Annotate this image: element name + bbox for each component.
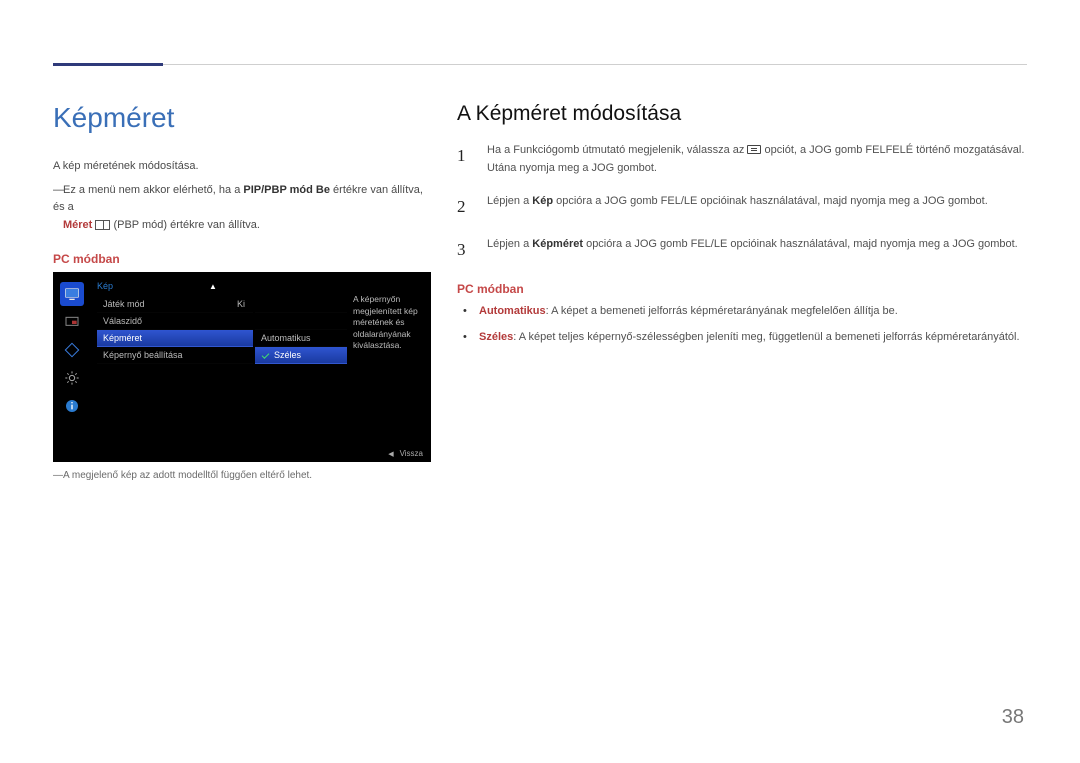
sidebar-info-icon bbox=[60, 394, 84, 418]
osd-header-label: Kép bbox=[97, 281, 113, 291]
bullet-dot-icon: • bbox=[463, 302, 469, 320]
step-item: 2 Lépjen a Kép opcióra a JOG gomb FEL/LE… bbox=[457, 193, 1027, 220]
arrow-up-icon: ▲ bbox=[209, 282, 217, 291]
osd-back-label: Vissza bbox=[400, 449, 423, 458]
mode-subheading-left: PC módban bbox=[53, 252, 431, 266]
step-number: 1 bbox=[457, 142, 473, 177]
osd-row-label: Képernyő beállítása bbox=[103, 350, 183, 360]
step-post: opcióra a JOG gomb FEL/LE opcióinak hasz… bbox=[553, 195, 988, 207]
osd-option-label: Automatikus bbox=[261, 333, 311, 343]
check-icon bbox=[261, 350, 270, 359]
header-divider bbox=[163, 64, 1027, 65]
osd-option: Automatikus bbox=[255, 330, 347, 347]
osd-sidebar bbox=[53, 280, 91, 438]
page-number: 38 bbox=[1002, 706, 1024, 729]
step-text: Ha a Funkciógomb útmutató megjelenik, vá… bbox=[487, 142, 1027, 177]
osd-footer: ◀ Vissza bbox=[388, 449, 423, 458]
procedure-title: A Képméret módosítása bbox=[457, 102, 1027, 126]
bullet-text: : A képet a bemeneti jelforrás képméreta… bbox=[546, 305, 898, 317]
bullet-term: Széles bbox=[479, 331, 513, 343]
pbp-icon bbox=[95, 220, 110, 230]
header-accent bbox=[53, 63, 163, 66]
section-title: Képméret bbox=[53, 102, 431, 134]
osd-menu-list: Játék mód Ki Válaszidő Képméret Képernyő… bbox=[97, 296, 253, 364]
step-item: 3 Lépjen a Képméret opcióra a JOG gomb F… bbox=[457, 236, 1027, 263]
osd-preview: Kép ▲ Játék mód Ki Válaszidő Képméret Ké… bbox=[53, 272, 431, 462]
note-prefix: Ez a menü nem akkor elérhető, ha a bbox=[63, 184, 243, 196]
menu-icon bbox=[747, 145, 761, 154]
osd-row-label: Játék mód bbox=[103, 299, 145, 309]
note-red: Méret bbox=[63, 219, 92, 231]
osd-row-label: Válaszidő bbox=[103, 316, 142, 326]
step-pre: Lépjen a bbox=[487, 195, 532, 207]
step-bold: Képméret bbox=[532, 238, 583, 250]
osd-row: Válaszidő bbox=[97, 313, 253, 330]
bullet-item: • Széles: A képet teljes képernyő-széles… bbox=[463, 328, 1027, 346]
sidebar-display-icon bbox=[60, 338, 84, 362]
step-item: 1 Ha a Funkciógomb útmutató megjelenik, … bbox=[457, 142, 1027, 177]
intro-line: A kép méretének módosítása. bbox=[53, 160, 199, 172]
dash-icon: ― bbox=[53, 470, 63, 481]
step-number: 2 bbox=[457, 193, 473, 220]
intro-text: A kép méretének módosítása. bbox=[53, 158, 431, 176]
step-pre: Ha a Funkciógomb útmutató megjelenik, vá… bbox=[487, 144, 747, 156]
osd-row: Játék mód Ki bbox=[97, 296, 253, 313]
osd-option-spacer bbox=[255, 296, 347, 313]
bullet-dot-icon: • bbox=[463, 328, 469, 346]
bullet-term: Automatikus bbox=[479, 305, 546, 317]
back-triangle-icon: ◀ bbox=[388, 450, 393, 458]
mode-subheading-right: PC módban bbox=[457, 282, 1027, 296]
header-rule bbox=[53, 43, 1027, 65]
bullet-text: : A képet teljes képernyő-szélességben j… bbox=[513, 331, 1019, 343]
step-pre: Lépjen a bbox=[487, 238, 532, 250]
right-column: A Képméret módosítása 1 Ha a Funkciógomb… bbox=[457, 102, 1027, 481]
osd-option-label: Széles bbox=[274, 350, 301, 360]
osd-option-list: Automatikus Széles bbox=[255, 296, 347, 364]
sidebar-pip-icon bbox=[60, 310, 84, 334]
availability-note: ―Ez a menü nem akkor elérhető, ha a PIP/… bbox=[53, 182, 431, 235]
osd-option-selected: Széles bbox=[255, 347, 347, 364]
bullet-list: • Automatikus: A képet a bemeneti jelfor… bbox=[463, 302, 1027, 346]
osd-header: Kép ▲ bbox=[97, 278, 217, 294]
note-bold: PIP/PBP mód Be bbox=[243, 184, 330, 196]
step-bold: Kép bbox=[532, 195, 553, 207]
dash-icon: ― bbox=[53, 182, 63, 200]
footnote-text: A megjelenő kép az adott modelltől függő… bbox=[63, 470, 312, 481]
osd-row-selected: Képméret bbox=[97, 330, 253, 347]
osd-description: A képernyőn megjelenített kép méretének … bbox=[353, 294, 425, 351]
model-footnote: ―A megjelenő kép az adott modelltől függ… bbox=[53, 470, 431, 481]
osd-row-label: Képméret bbox=[103, 333, 142, 343]
steps-list: 1 Ha a Funkciógomb útmutató megjelenik, … bbox=[457, 142, 1027, 264]
osd-option-spacer bbox=[255, 313, 347, 330]
osd-row-value: Ki bbox=[237, 299, 245, 309]
left-column: Képméret A kép méretének módosítása. ―Ez… bbox=[53, 102, 431, 481]
step-post: opcióra a JOG gomb FEL/LE opcióinak hasz… bbox=[583, 238, 1018, 250]
sidebar-picture-icon bbox=[60, 282, 84, 306]
step-text: Lépjen a Képméret opcióra a JOG gomb FEL… bbox=[487, 236, 1018, 263]
step-number: 3 bbox=[457, 236, 473, 263]
note-suffix: (PBP mód) értékre van állítva. bbox=[110, 219, 260, 231]
step-text: Lépjen a Kép opcióra a JOG gomb FEL/LE o… bbox=[487, 193, 988, 220]
bullet-item: • Automatikus: A képet a bemeneti jelfor… bbox=[463, 302, 1027, 320]
osd-row: Képernyő beállítása bbox=[97, 347, 253, 364]
sidebar-settings-icon bbox=[60, 366, 84, 390]
